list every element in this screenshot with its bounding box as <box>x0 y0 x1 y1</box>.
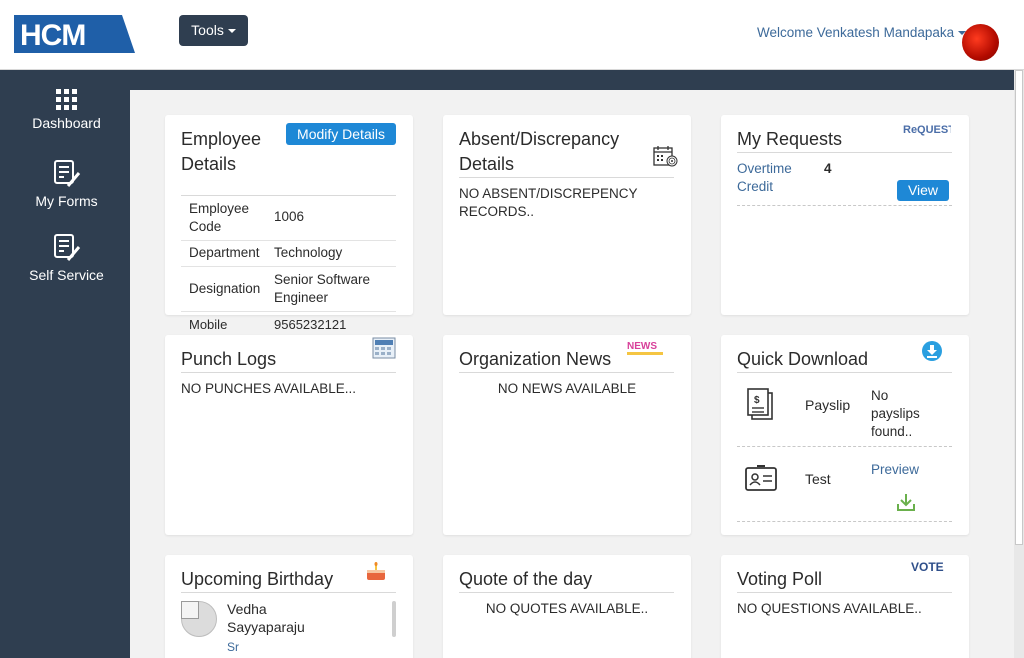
card-title: Employee Details <box>181 129 262 174</box>
payslip-status: No payslips found.. <box>871 388 920 439</box>
designation-label: Designation <box>189 281 261 296</box>
view-button[interactable]: View <box>897 180 949 201</box>
my-requests-card: My Requests ReQUEST Overtime Credit 4 Vi… <box>721 115 969 315</box>
nav-self-service-label: Self Service <box>29 267 104 283</box>
preview-link[interactable]: Preview <box>871 461 919 479</box>
divider <box>737 205 952 206</box>
divider <box>181 195 396 196</box>
nav-dashboard[interactable]: Dashboard <box>10 89 123 131</box>
divider <box>737 152 952 153</box>
divider <box>181 592 396 593</box>
divider <box>459 592 674 593</box>
birthday-cake-icon <box>367 562 385 580</box>
download-circle-icon[interactable] <box>921 340 943 362</box>
birthday-person-name: Vedha Sayyaparaju <box>227 601 305 635</box>
absent-discrepancy-card: Absent/Discrepancy Details NO ABSENT/DIS… <box>443 115 691 315</box>
download-arrow-icon[interactable] <box>896 492 916 512</box>
department-label: Department <box>189 245 260 260</box>
divider <box>181 240 396 241</box>
voting-poll-card: Voting Poll VOTE NO QUESTIONS AVAILABLE.… <box>721 555 969 658</box>
top-header: HCM Tools Welcome Venkatesh Mandapaka <box>0 0 1024 70</box>
modify-details-button[interactable]: Modify Details <box>286 123 396 145</box>
nav-my-forms[interactable]: My Forms <box>10 159 123 209</box>
card-title: Upcoming Birthday <box>181 569 334 589</box>
page-scrollbar-thumb[interactable] <box>1015 70 1023 545</box>
card-title: Punch Logs <box>181 349 277 369</box>
svg-text:HCM: HCM <box>20 19 85 52</box>
news-empty-message: NO NEWS AVAILABLE <box>497 381 637 396</box>
birthday-scrollbar[interactable] <box>392 601 396 637</box>
divider <box>181 311 396 312</box>
welcome-text: Welcome Venkatesh Mandapaka <box>757 25 955 40</box>
card-title: Quote of the day <box>459 569 593 589</box>
mobile-label: Mobile <box>189 317 228 332</box>
divider <box>737 372 952 373</box>
form-edit-icon <box>53 160 80 187</box>
quote-empty-message: NO QUOTES AVAILABLE.. <box>485 601 649 616</box>
dashboard-main: Employee Details Modify Details Employee… <box>130 90 1014 658</box>
divider <box>459 177 674 178</box>
test-label: Test <box>805 471 831 487</box>
vote-badge-icon: VOTE <box>911 560 944 574</box>
card-title: Absent/Discrepancy Details <box>459 129 620 174</box>
id-card-icon <box>745 465 777 491</box>
calendar-fingerprint-icon <box>653 146 678 167</box>
news-badge-icon: NEWS <box>627 341 663 355</box>
divider <box>459 372 674 373</box>
organization-news-card: Organization News NEWS NO NEWS AVAILABLE <box>443 335 691 535</box>
payslip-label: Payslip <box>805 397 851 413</box>
employee-code-value: 1006 <box>274 209 305 224</box>
punch-logs-card: Punch Logs NO PUNCHES AVAILABLE... <box>165 335 413 535</box>
payslip-document-icon: $ <box>747 388 773 420</box>
svg-text:ReQUEST: ReQUEST <box>903 124 951 136</box>
designation-value: Senior Software Engineer <box>274 272 371 305</box>
card-title: Organization News <box>459 349 612 369</box>
mobile-value: 9565232121 <box>274 317 347 332</box>
card-title: My Requests <box>737 129 843 149</box>
user-avatar[interactable] <box>962 24 999 61</box>
divider <box>737 446 952 447</box>
punch-clock-icon <box>372 337 396 359</box>
form-edit-icon <box>53 234 80 261</box>
quick-download-card: Quick Download $ Payslip No payslips fou… <box>721 335 969 535</box>
department-value: Technology <box>274 245 343 260</box>
request-badge-icon: ReQUEST <box>903 124 951 136</box>
broken-image-icon <box>181 601 199 619</box>
tools-label: Tools <box>191 22 224 38</box>
tools-dropdown-button[interactable]: Tools <box>179 15 248 46</box>
card-title: Voting Poll <box>737 569 823 589</box>
caret-down-icon <box>227 29 236 34</box>
absent-empty-message: NO ABSENT/DISCREPENCY RECORDS.. <box>459 186 638 219</box>
svg-text:NEWS: NEWS <box>627 341 657 352</box>
birthday-person-role: Sr <box>227 640 239 654</box>
employee-details-card: Employee Details Modify Details Employee… <box>165 115 413 315</box>
overtime-credit-count: 4 <box>824 161 832 176</box>
side-navigation: Dashboard My Forms Self Service <box>10 70 130 658</box>
card-title: Quick Download <box>737 349 869 369</box>
punch-empty-message: NO PUNCHES AVAILABLE... <box>181 381 357 396</box>
nav-dashboard-label: Dashboard <box>32 115 101 131</box>
user-menu[interactable]: Welcome Venkatesh Mandapaka <box>757 25 967 40</box>
employee-code-label: Employee Code <box>189 201 250 234</box>
hcm-logo[interactable]: HCM <box>14 15 135 53</box>
svg-text:$: $ <box>754 395 760 406</box>
grid-icon <box>55 89 77 110</box>
svg-text:VOTE: VOTE <box>911 560 944 574</box>
upcoming-birthday-card: Upcoming Birthday Vedha Sayyaparaju Sr <box>165 555 413 658</box>
divider <box>181 372 396 373</box>
quote-of-the-day-card: Quote of the day NO QUOTES AVAILABLE.. <box>443 555 691 658</box>
divider <box>737 592 952 593</box>
divider <box>737 521 952 522</box>
overtime-credit-link[interactable]: Overtime Credit <box>737 160 807 196</box>
poll-empty-message: NO QUESTIONS AVAILABLE.. <box>737 601 922 616</box>
nav-my-forms-label: My Forms <box>35 193 98 209</box>
divider <box>181 266 396 267</box>
nav-self-service[interactable]: Self Service <box>10 233 123 283</box>
